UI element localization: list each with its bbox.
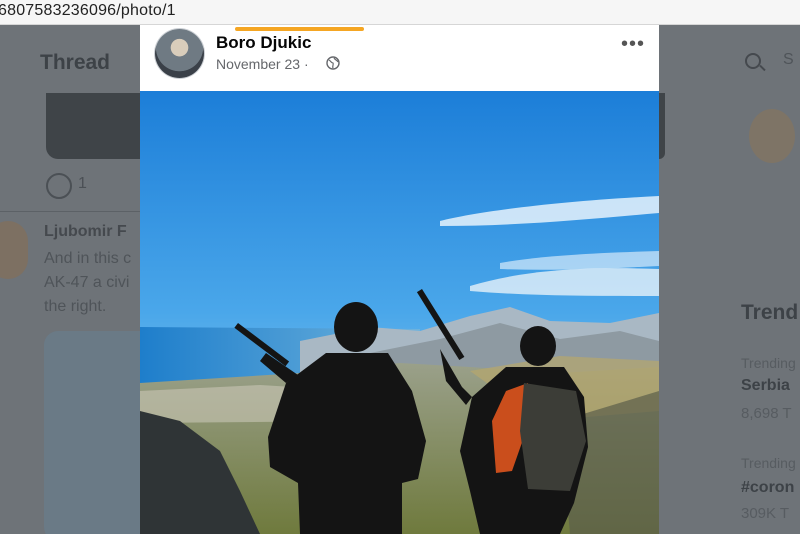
sidebar-avatar [749, 109, 795, 163]
url-text[interactable]: 6807583236096/photo/1 [0, 2, 176, 20]
comment-icon [46, 173, 72, 199]
reply-author: Ljubomir F [44, 223, 127, 240]
sidebar-right: S Trend Trending Serbia 8,698 T Trending… [659, 25, 800, 534]
divider [0, 211, 140, 212]
trend-count: 8,698 T [741, 405, 792, 422]
previous-tweet-media-edge [659, 93, 665, 159]
thread-column: Thread 1 Ljubomir F And in this c AK-47 … [0, 25, 164, 534]
comment-count: 1 [78, 175, 87, 192]
author-avatar[interactable] [155, 29, 204, 78]
trend-name: #coron [741, 479, 795, 496]
reply-text: And in this c AK-47 a civi the right. [44, 250, 132, 315]
more-options-icon[interactable]: ••• [620, 34, 646, 54]
search-text: S [783, 51, 794, 68]
page-background: Thread 1 Ljubomir F And in this c AK-47 … [0, 25, 800, 534]
browser-address-bar[interactable]: 6807583236096/photo/1 [0, 0, 800, 25]
trends-title: Trend [741, 301, 799, 324]
trend-name: Serbia [741, 377, 790, 394]
search-icon [745, 53, 761, 69]
post-photo[interactable] [140, 91, 659, 534]
reply-avatar [0, 221, 28, 279]
trend-count: 309K T [741, 505, 790, 522]
facebook-post-card: Boro Djukic November 23 · ••• [140, 25, 659, 534]
thread-title: Thread [40, 51, 111, 74]
trend-label: Trending [741, 455, 796, 471]
globe-icon [326, 56, 340, 70]
post-author[interactable]: Boro Djukic [216, 33, 311, 53]
post-date-text[interactable]: November 23 [216, 56, 300, 72]
date-separator: · [303, 56, 309, 72]
accent-bar [235, 27, 364, 31]
post-date[interactable]: November 23 · [216, 56, 309, 72]
trend-label: Trending [741, 355, 796, 371]
